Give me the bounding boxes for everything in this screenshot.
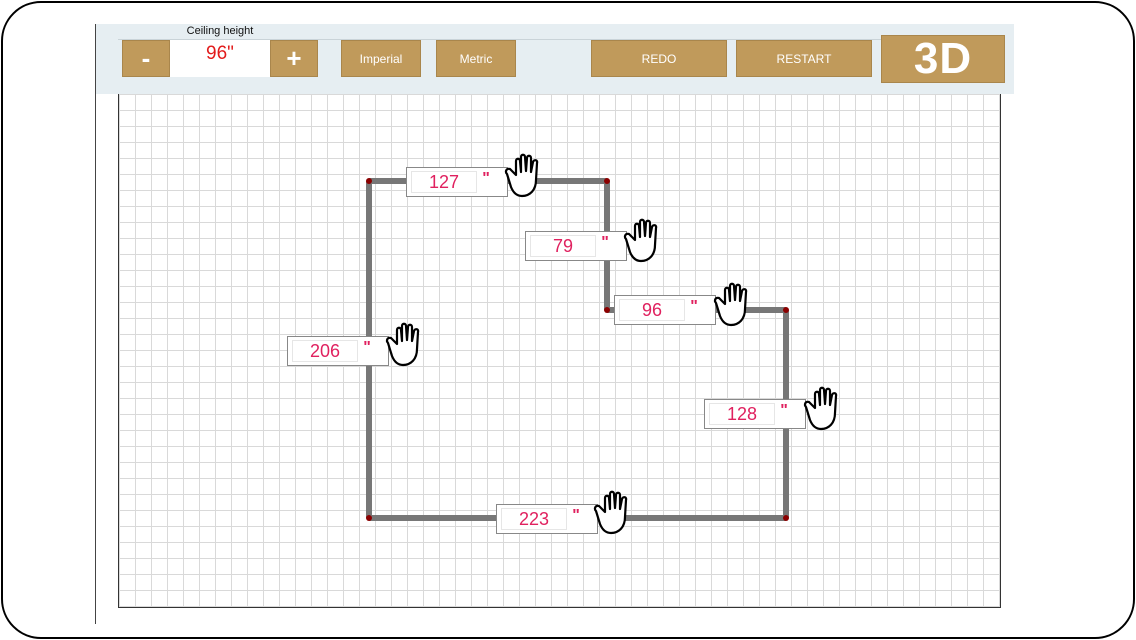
dimension-unit: " <box>363 339 371 356</box>
wall-left-dimension[interactable]: 206 " <box>287 336 389 366</box>
view-3d-button[interactable]: 3D <box>881 34 1005 83</box>
dimension-value[interactable]: 206 <box>292 340 358 362</box>
dimension-unit: " <box>690 298 698 315</box>
left-divider <box>95 24 96 624</box>
hand-grab-icon[interactable] <box>802 385 850 433</box>
ceiling-height-value[interactable]: 96" <box>170 40 270 77</box>
restart-button[interactable]: RESTART <box>736 40 872 77</box>
dimension-value[interactable]: 96 <box>619 299 685 321</box>
hand-grab-icon[interactable] <box>622 217 670 265</box>
hand-grab-icon[interactable] <box>384 321 432 369</box>
hand-grab-icon[interactable] <box>592 489 640 537</box>
metric-button[interactable]: Metric <box>436 40 516 77</box>
ceiling-decrease-button[interactable]: - <box>122 40 170 77</box>
dimension-unit: " <box>572 507 580 524</box>
wall-right-dimension[interactable]: 128 " <box>704 399 806 429</box>
dimension-unit: " <box>482 170 490 187</box>
hand-grab-icon[interactable] <box>712 281 760 329</box>
dimension-unit: " <box>780 402 788 419</box>
wall-bottom-dimension[interactable]: 223 " <box>496 504 598 534</box>
imperial-button[interactable]: Imperial <box>341 40 421 77</box>
wall-top-dimension[interactable]: 127 " <box>406 167 508 197</box>
dimension-value[interactable]: 128 <box>709 403 775 425</box>
dimension-value[interactable]: 79 <box>530 235 596 257</box>
hand-grab-icon[interactable] <box>503 152 551 200</box>
wall-middle-dimension[interactable]: 96 " <box>614 295 716 325</box>
dimension-value[interactable]: 127 <box>411 171 477 193</box>
dimension-unit: " <box>601 234 609 251</box>
ceiling-increase-button[interactable]: + <box>270 40 318 77</box>
wall-upper-right-dimension[interactable]: 79 " <box>525 231 627 261</box>
redo-button[interactable]: REDO <box>591 40 727 77</box>
ceiling-height-label: Ceiling height <box>186 25 254 37</box>
dimension-value[interactable]: 223 <box>501 508 567 530</box>
